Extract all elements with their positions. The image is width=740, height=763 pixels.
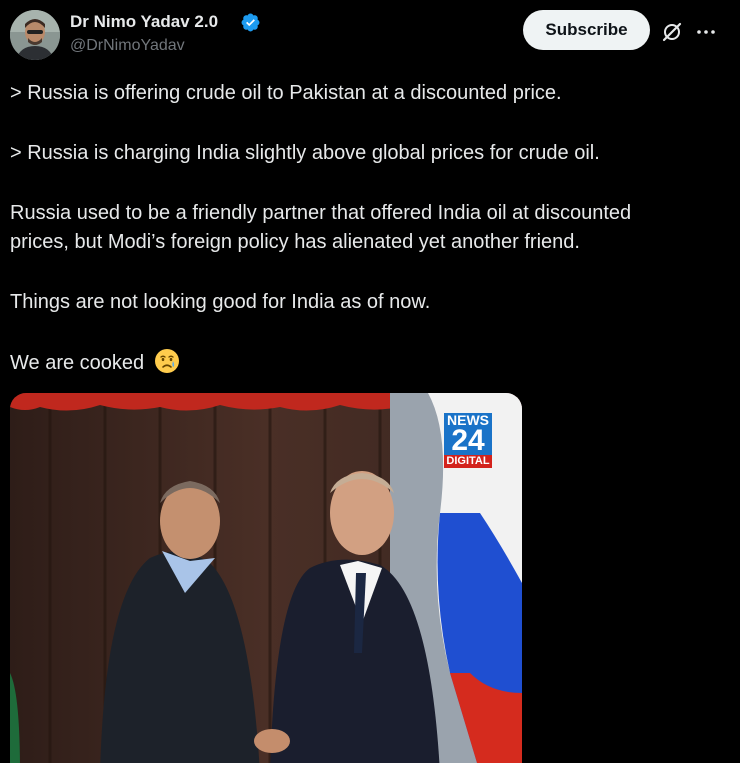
avatar[interactable] [10,10,60,60]
post-text-line: Russia used to be a friendly partner tha… [10,202,632,224]
crying-face-emoji-icon [154,349,179,373]
post-text-line: We are cooked [10,352,145,374]
post-text-line: > Russia is charging India slightly abov… [10,142,600,164]
post-text-line: > Russia is offering crude oil to Pakist… [10,82,562,104]
tweet: Dr Nimo Yadav 2.0 @DrNimoYadav Subscribe… [0,0,740,763]
tweet-media-image[interactable]: NEWS 24 DIGITAL [10,393,522,763]
author-handle[interactable]: @DrNimoYadav [70,37,185,55]
news24-logo: NEWS 24 DIGITAL [444,413,492,469]
news-logo-sublabel: DIGITAL [444,455,492,468]
post-text-last: We are cooked [10,348,180,377]
subscribe-button[interactable]: Subscribe [523,10,650,50]
verified-badge-icon [241,13,260,32]
post-text-line: Things are not looking good for India as… [10,291,431,313]
grok-icon[interactable] [660,20,684,44]
tweet-header: Dr Nimo Yadav 2.0 @DrNimoYadav Subscribe [0,0,740,70]
more-options-icon[interactable] [694,20,718,44]
news-logo-number: 24 [444,426,492,456]
author-name[interactable]: Dr Nimo Yadav 2.0 [70,12,218,32]
post-text-line: prices, but Modi’s foreign policy has al… [10,231,580,253]
